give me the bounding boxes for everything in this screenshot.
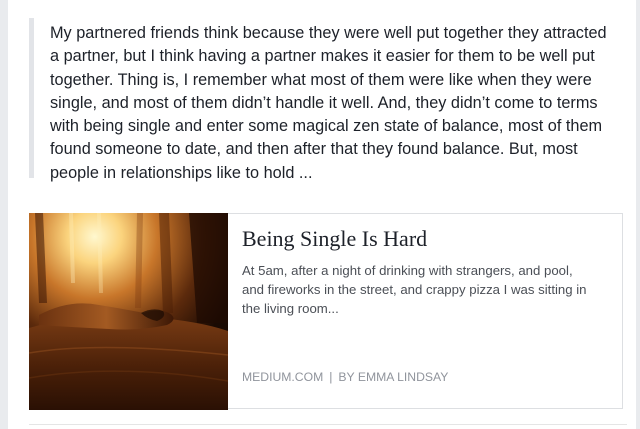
link-thumbnail-image[interactable] xyxy=(29,213,228,410)
link-card-body[interactable]: Being Single Is Hard At 5am, after a nig… xyxy=(242,214,612,408)
left-gutter xyxy=(0,0,8,429)
link-source-line: MEDIUM.COM | BY EMMA LINDSAY xyxy=(242,370,448,384)
quote-text: My partnered friends think because they … xyxy=(50,24,607,182)
link-preview-card[interactable]: Being Single Is Hard At 5am, after a nig… xyxy=(29,213,623,410)
link-title[interactable]: Being Single Is Hard xyxy=(242,226,427,252)
quote-bar xyxy=(29,18,34,178)
post-quote: My partnered friends think because they … xyxy=(29,18,629,182)
link-domain: MEDIUM.COM xyxy=(242,370,324,384)
link-description: At 5am, after a night of drinking with s… xyxy=(242,263,587,316)
source-separator: | xyxy=(329,370,333,384)
link-author: BY EMMA LINDSAY xyxy=(338,370,449,384)
bottom-divider xyxy=(29,424,627,425)
right-gutter xyxy=(636,0,640,429)
